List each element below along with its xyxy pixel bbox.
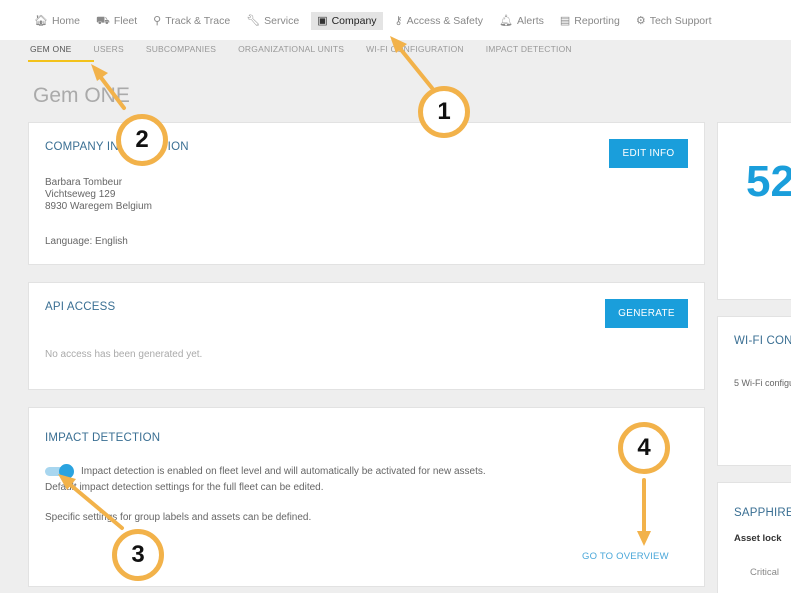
callout-badge-3: 3	[112, 529, 164, 581]
arrowhead-2	[91, 64, 108, 81]
callout-badge-1: 1	[418, 86, 470, 138]
callout-arrow-2	[97, 73, 126, 110]
callout-badge-2: 2	[116, 114, 168, 166]
callout-badge-4: 4	[618, 422, 670, 474]
arrowhead-1	[390, 36, 407, 53]
callout-arrows	[58, 36, 651, 546]
callout-arrow-3	[65, 480, 124, 530]
callout-arrow-1	[396, 44, 434, 90]
arrowhead-4	[637, 531, 651, 546]
